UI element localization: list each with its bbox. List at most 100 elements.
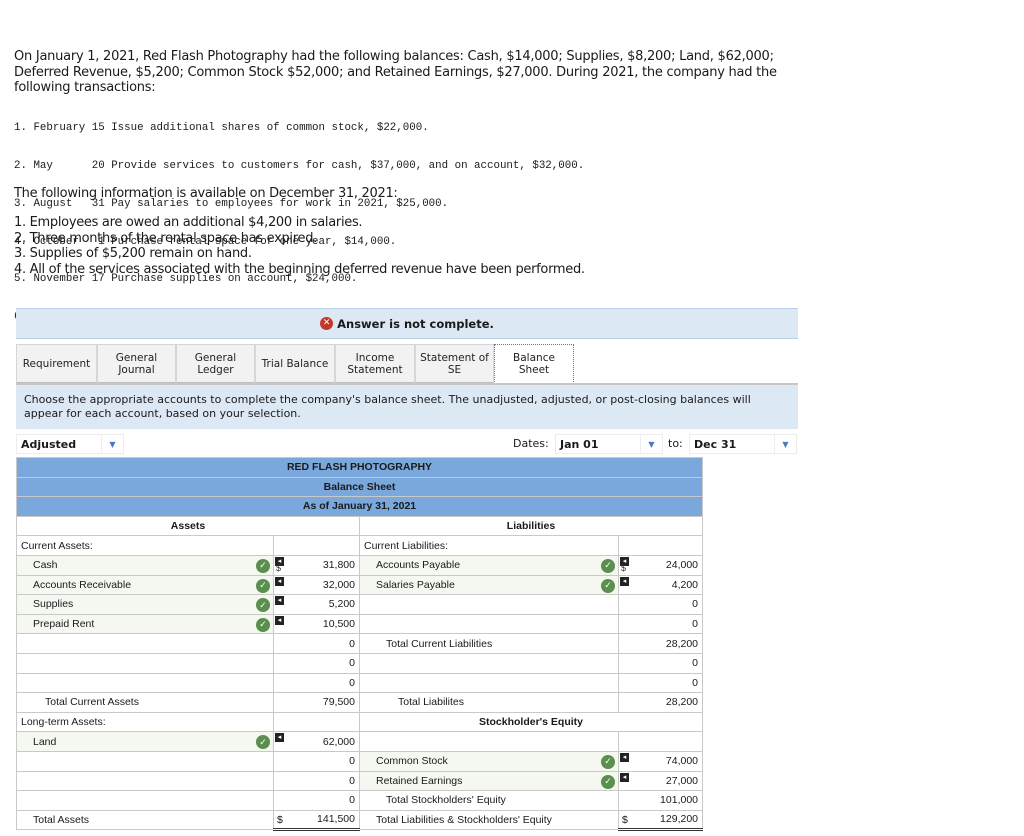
total-current-assets-label: Total Current Assets — [16, 692, 274, 713]
problem-intro: On January 1, 2021, Red Flash Photograph… — [14, 49, 777, 95]
total-se-label: Total Stockholders' Equity — [359, 790, 619, 811]
company-name: RED FLASH PHOTOGRAPHY — [15, 457, 704, 478]
amount-value: 31,800 — [322, 559, 355, 572]
account-select-retained-earnings[interactable]: Retained Earnings ✓ — [359, 770, 619, 792]
arrow-flag-icon: ◂ — [620, 752, 629, 762]
amount-value: 10,500 — [322, 618, 355, 631]
table-row: Total Assets $141,500 Total Liabilities … — [16, 809, 704, 832]
tab-label: General Ledger — [194, 351, 237, 376]
account-name: Prepaid Rent — [33, 618, 95, 631]
balance-type-value: Adjusted — [21, 437, 77, 451]
amount-cell: 0 — [617, 672, 704, 694]
info-item: 4. All of the services associated with t… — [14, 261, 585, 277]
account-select-empty[interactable] — [16, 790, 274, 811]
assets-header: Assets — [16, 515, 360, 537]
arrow-flag-icon: ◂ — [275, 576, 284, 586]
date-to-select[interactable]: Dec 31 ▼ — [689, 434, 797, 454]
account-select-accounts-payable[interactable]: Accounts Payable ✓ — [359, 554, 619, 576]
liabilities-header: Liabilities — [358, 515, 704, 537]
check-icon: ✓ — [601, 578, 615, 593]
check-icon: ✓ — [256, 558, 270, 573]
amount-cell: 0 — [273, 790, 360, 811]
answer-status-text: Answer is not complete. — [337, 316, 494, 331]
statement-date: As of January 31, 2021 — [15, 496, 704, 517]
tab-general-ledger[interactable]: General Ledger — [176, 344, 255, 384]
tab-statement-of-se[interactable]: Statement of SE — [415, 344, 494, 384]
check-icon: ✓ — [256, 617, 270, 632]
amount-cell: 0 — [617, 594, 704, 615]
account-name: Salaries Payable — [376, 578, 455, 591]
info-heading: The following information is available o… — [14, 186, 398, 201]
account-name: Common Stock — [376, 755, 448, 768]
account-select-empty[interactable] — [359, 594, 619, 615]
tab-trial-balance[interactable]: Trial Balance — [255, 344, 335, 384]
account-name: Cash — [33, 559, 58, 572]
table-row: Supplies ✓ ◂ 5,200 0 — [16, 594, 704, 615]
info-list: 1. Employees are owed an additional $4,2… — [14, 215, 585, 277]
table-row: 0 0 — [16, 672, 704, 694]
check-icon: ✓ — [601, 754, 615, 769]
amount-cell: 0 — [617, 652, 704, 674]
account-name: Retained Earnings — [376, 774, 463, 787]
tab-income-statement[interactable]: Income Statement — [335, 344, 415, 384]
account-select-empty[interactable] — [359, 613, 619, 635]
account-select-empty[interactable] — [16, 652, 274, 674]
arrow-flag-icon: ◂ — [275, 733, 284, 743]
balance-sheet-table: RED FLASH PHOTOGRAPHY Balance Sheet As o… — [15, 457, 704, 832]
account-select-accounts-receivable[interactable]: Accounts Receivable ✓ — [16, 574, 274, 596]
total-current-liabilities-label: Total Current Liabilities — [359, 633, 619, 654]
amount-cell: 0 — [273, 633, 360, 654]
dollar-sign: $ — [622, 813, 628, 826]
account-select-empty[interactable] — [16, 770, 274, 792]
account-select-empty[interactable] — [16, 672, 274, 694]
account-select-land[interactable]: Land ✓ — [16, 731, 274, 752]
arrow-flag-icon: ◂ — [620, 772, 629, 782]
amount-value: 4,200 — [671, 578, 699, 591]
account-select-prepaid-rent[interactable]: Prepaid Rent ✓ — [16, 613, 274, 635]
table-row: Total Current Assets 79,500 Total Liabil… — [16, 692, 704, 713]
account-select-empty[interactable] — [359, 672, 619, 694]
amount-value: 27,000 — [665, 774, 699, 787]
tab-general-journal[interactable]: General Journal — [97, 344, 176, 384]
dollar-sign: $ — [621, 562, 627, 573]
chevron-down-icon[interactable]: ▼ — [101, 435, 123, 453]
account-select-empty[interactable] — [359, 652, 619, 674]
date-to-value: Dec 31 — [694, 437, 737, 451]
tab-requirement[interactable]: Requirement — [16, 344, 97, 384]
account-select-empty[interactable] — [16, 750, 274, 772]
amount-value: 141,500 — [317, 813, 355, 826]
dates-label: Dates: — [513, 437, 549, 450]
account-name: Accounts Receivable — [33, 578, 132, 591]
tab-bar: Requirement General Journal General Ledg… — [16, 344, 574, 384]
account-select-cash[interactable]: Cash ✓ — [16, 554, 274, 576]
check-icon: ✓ — [601, 558, 615, 573]
table-row: Accounts Receivable ✓ ◂ 32,000 Salaries Pa… — [16, 574, 704, 596]
tab-balance-sheet[interactable]: Balance Sheet — [494, 344, 574, 382]
amount-land: ◂ 62,000 — [273, 731, 360, 752]
account-select-empty[interactable] — [16, 633, 274, 654]
total-liabilities-label: Total Liabilites — [359, 692, 619, 713]
table-row: 0 Total Current Liabilities 28,200 — [16, 633, 704, 654]
x-circle-icon: ✕ — [320, 317, 334, 330]
amount-retained-earnings: ◂ 27,000 — [617, 770, 704, 792]
empty-cell — [273, 535, 360, 556]
to-label: to: — [668, 437, 683, 450]
amount-value: 24,000 — [665, 559, 699, 572]
info-item: 3. Supplies of $5,200 remain on hand. — [14, 246, 252, 261]
chevron-down-icon[interactable]: ▼ — [640, 435, 662, 453]
account-name: Supplies — [33, 598, 74, 611]
account-select-supplies[interactable]: Supplies ✓ — [16, 594, 274, 615]
check-icon: ✓ — [256, 578, 270, 593]
instructions-text: Choose the appropriate accounts to compl… — [16, 385, 798, 429]
balance-type-select[interactable]: Adjusted ▼ — [16, 434, 124, 454]
account-select-common-stock[interactable]: Common Stock ✓ — [359, 750, 619, 772]
amount-supplies: ◂ 5,200 — [273, 594, 360, 615]
account-select-salaries-payable[interactable]: Salaries Payable ✓ — [359, 574, 619, 596]
date-from-select[interactable]: Jan 01 ▼ — [555, 434, 663, 454]
empty-cell — [617, 731, 704, 752]
amount-value: 62,000 — [322, 735, 355, 748]
table-row: 0 Common Stock ✓ ◂ 74,000 — [16, 750, 704, 772]
empty-cell — [617, 535, 704, 556]
chevron-down-icon[interactable]: ▼ — [774, 435, 796, 453]
info-item: 1. Employees are owed an additional $4,2… — [14, 215, 363, 230]
